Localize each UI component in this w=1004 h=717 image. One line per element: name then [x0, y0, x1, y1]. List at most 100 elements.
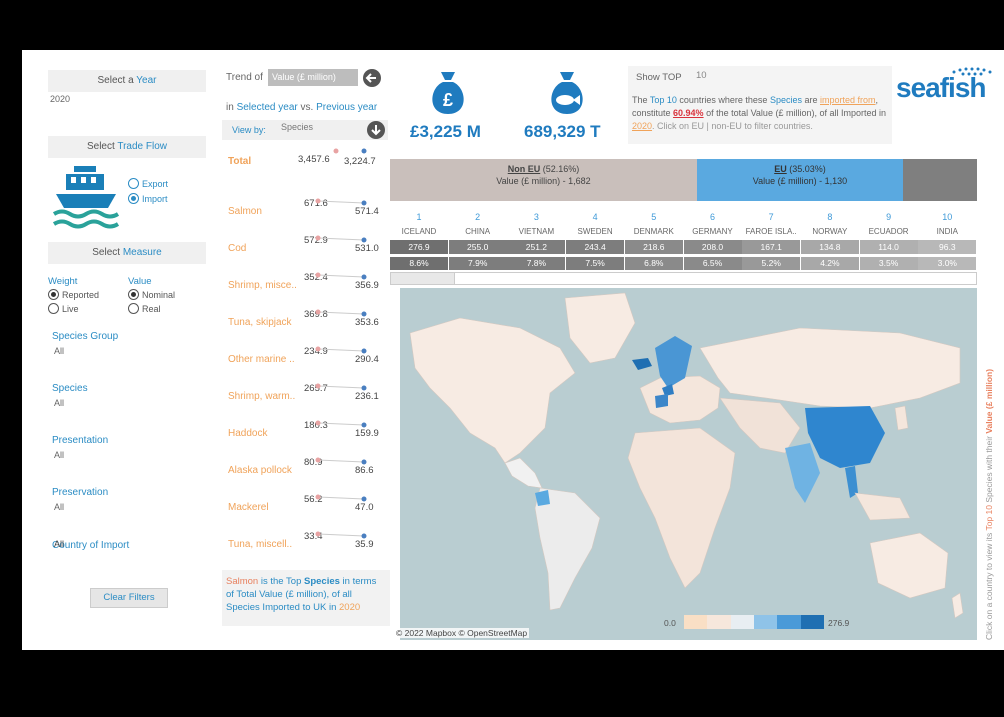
eu-segment[interactable]: EU (35.03%) Value (£ million) - 1,130 [697, 159, 903, 201]
country-rank[interactable]: 2 [449, 212, 507, 222]
country-pct-cell[interactable]: 6.8% [624, 257, 683, 270]
species-select[interactable]: All [54, 398, 64, 408]
species-row[interactable]: Alaska pollock 80.9 86.6 [222, 455, 390, 485]
iceland[interactable] [632, 358, 652, 370]
southeast-asia[interactable] [854, 492, 911, 521]
country-pct-cell[interactable]: 3.0% [918, 257, 977, 270]
china[interactable] [805, 406, 885, 468]
central-america[interactable] [504, 457, 543, 489]
country-pct-cell[interactable]: 4.2% [800, 257, 859, 270]
dumbbell-marker [315, 346, 367, 354]
country-name[interactable]: NORWAY [801, 227, 859, 236]
country-value-cell[interactable]: 134.8 [800, 240, 859, 254]
country-name[interactable]: CHINA [449, 227, 507, 236]
show-top-input[interactable]: 10 [696, 70, 707, 81]
country-name[interactable]: INDIA [918, 227, 976, 236]
country-value-cell[interactable]: 276.9 [390, 240, 448, 254]
country-name[interactable]: ICELAND [390, 227, 448, 236]
import-radio[interactable]: Import [128, 193, 168, 204]
country-pct-cell[interactable]: 7.9% [448, 257, 507, 270]
new-zealand[interactable] [951, 592, 964, 619]
country-name[interactable]: FAROE ISLA.. [742, 227, 800, 236]
country-rank[interactable]: 1 [390, 212, 448, 222]
country-pct-cell[interactable]: 5.2% [742, 257, 801, 270]
species-row[interactable]: Haddock 180.3 159.9 [222, 418, 390, 448]
measure-select[interactable]: Value (£ million) [268, 69, 358, 86]
country-pct-cell[interactable]: 7.8% [507, 257, 566, 270]
europe[interactable] [639, 375, 721, 424]
country-value-cell[interactable]: 255.0 [448, 240, 507, 254]
species-group-select[interactable]: All [54, 346, 64, 356]
country-rank[interactable]: 8 [801, 212, 859, 222]
species-name: Alaska pollock [228, 465, 292, 476]
country-value-cell[interactable]: 218.6 [624, 240, 683, 254]
nominal-radio[interactable]: Nominal [128, 289, 175, 300]
world-map-svg[interactable] [400, 288, 977, 640]
preservation-select[interactable]: All [54, 502, 64, 512]
country-pct-cell[interactable]: 3.5% [859, 257, 918, 270]
export-radio[interactable]: Export [128, 178, 168, 189]
color-legend [684, 615, 824, 629]
clear-filters-button[interactable]: Clear Filters [90, 588, 168, 608]
country-pct-cell[interactable]: 7.5% [566, 257, 625, 270]
germany[interactable] [655, 394, 668, 408]
south-america[interactable] [534, 487, 601, 611]
real-radio[interactable]: Real [128, 303, 161, 314]
kpi-value: £3,225 M [410, 122, 481, 141]
viewby-bar: View by: Species [222, 120, 388, 140]
species-row[interactable]: Tuna, skipjack 369.8 353.6 [222, 307, 390, 337]
country-rank[interactable]: 4 [566, 212, 624, 222]
species-row[interactable]: Tuna, miscell.. 33.4 35.9 [222, 529, 390, 559]
table-scrollbar[interactable] [390, 272, 977, 285]
reported-radio[interactable]: Reported [48, 289, 99, 300]
arrow-left-icon[interactable] [362, 68, 382, 88]
presentation-select[interactable]: All [54, 450, 64, 460]
species-row[interactable]: Other marine .. 234.9 290.4 [222, 344, 390, 374]
species-row[interactable]: Salmon 671.6 571.4 [222, 196, 390, 226]
country-rank[interactable]: 6 [684, 212, 742, 222]
india[interactable] [785, 443, 820, 503]
country-value-cell[interactable]: 208.0 [683, 240, 742, 254]
country-value-cell[interactable]: 251.2 [507, 240, 566, 254]
country-name[interactable]: DENMARK [625, 227, 683, 236]
non-eu-segment[interactable]: Non EU (52.16%) Value (£ million) - 1,68… [390, 159, 697, 201]
greenland[interactable] [564, 292, 636, 364]
map-attribution[interactable]: © 2022 Mapbox © OpenStreetMap [394, 628, 530, 638]
country-rank[interactable]: 3 [507, 212, 565, 222]
year-value[interactable]: 2020 [50, 94, 70, 104]
country-name[interactable]: VIETNAM [507, 227, 565, 236]
japan[interactable] [894, 405, 909, 431]
africa[interactable] [627, 427, 736, 589]
country-value-cell[interactable]: 114.0 [859, 240, 918, 254]
species-row[interactable]: Shrimp, misce.. 352.4 356.9 [222, 270, 390, 300]
country-name[interactable]: ECUADOR [860, 227, 918, 236]
species-name: Tuna, skipjack [228, 317, 292, 328]
world-map[interactable]: 0.0 276.9 [400, 288, 977, 640]
country-of-import-select[interactable]: All [54, 539, 64, 549]
country-rank[interactable]: 7 [742, 212, 800, 222]
country-name[interactable]: GERMANY [684, 227, 742, 236]
year-filter-header: Select a Year [48, 70, 206, 92]
russia[interactable] [699, 327, 961, 409]
country-rank[interactable]: 9 [860, 212, 918, 222]
species-row[interactable]: Cod 572.9 531.0 [222, 233, 390, 263]
live-radio[interactable]: Live [48, 303, 79, 314]
country-value-cell[interactable]: 243.4 [566, 240, 625, 254]
arrow-down-icon[interactable] [366, 120, 386, 140]
north-america[interactable] [409, 317, 576, 464]
middle-east[interactable] [719, 397, 801, 454]
country-pct-cell[interactable]: 6.5% [683, 257, 742, 270]
viewby-select[interactable]: Species [281, 122, 313, 132]
australia[interactable] [869, 532, 949, 599]
country-rank[interactable]: 10 [918, 212, 976, 222]
other-segment[interactable] [903, 159, 977, 201]
country-pct-cell[interactable]: 8.6% [390, 257, 448, 270]
species-row[interactable]: Mackerel 56.2 47.0 [222, 492, 390, 522]
species-row[interactable]: Shrimp, warm.. 265.7 236.1 [222, 381, 390, 411]
country-value-cell[interactable]: 96.3 [918, 240, 977, 254]
country-rank[interactable]: 5 [625, 212, 683, 222]
country-value-cell[interactable]: 167.1 [742, 240, 801, 254]
dumbbell-marker [315, 494, 367, 502]
country-name[interactable]: SWEDEN [566, 227, 624, 236]
trade-flow-header: Select Trade Flow [48, 136, 206, 158]
